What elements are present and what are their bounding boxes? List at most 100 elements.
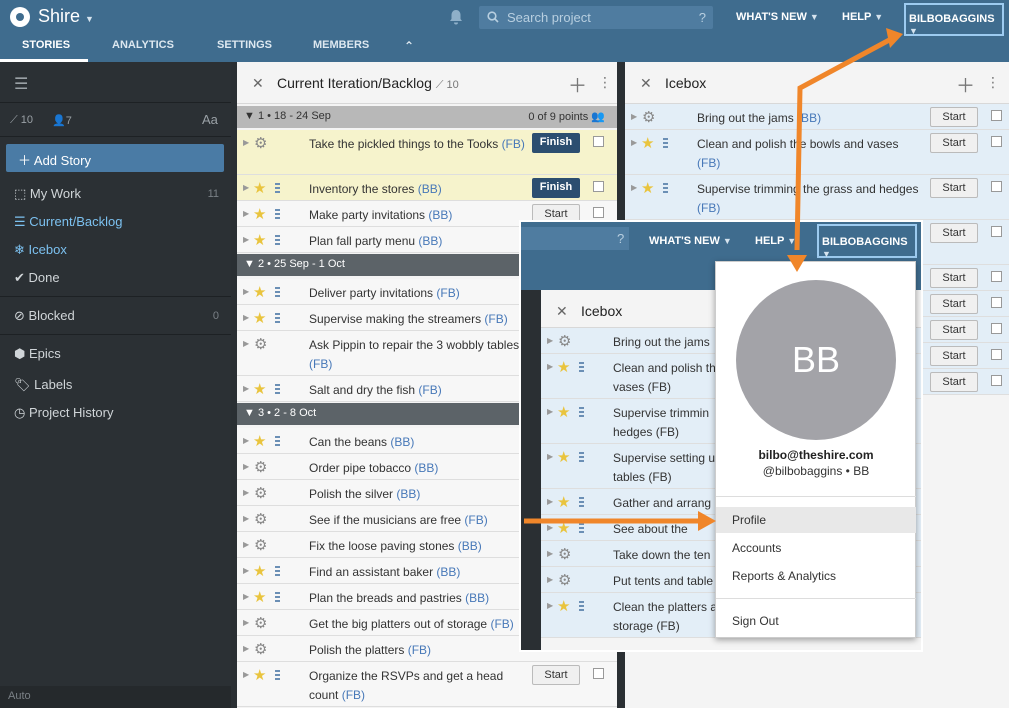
start-button[interactable]: Start — [930, 107, 978, 127]
start-button[interactable]: Start — [930, 133, 978, 153]
expand-icon[interactable]: ▶ — [243, 209, 249, 218]
expand-icon[interactable]: ▶ — [243, 488, 249, 497]
expand-icon[interactable]: ▶ — [631, 183, 637, 192]
expand-icon[interactable]: ▶ — [243, 339, 249, 348]
start-button[interactable]: Start — [930, 268, 978, 288]
story-owner-label[interactable]: (FB) — [490, 617, 513, 631]
story-owner-label[interactable]: (BB) — [428, 208, 452, 222]
sidebar-item-project-history[interactable]: ◷ Project History — [14, 405, 114, 421]
story-owner-label[interactable]: vases (FB) — [613, 378, 723, 397]
close-panel-icon[interactable]: ✕ — [556, 303, 568, 320]
story-owner-label[interactable]: (FB) — [408, 643, 431, 657]
expand-icon[interactable]: ▶ — [547, 523, 553, 532]
expand-icon[interactable]: ▶ — [547, 601, 553, 610]
add-story-plus-icon[interactable]: ＋ — [568, 71, 587, 98]
story-checkbox[interactable] — [991, 271, 1002, 282]
expand-icon[interactable]: ▶ — [243, 540, 249, 549]
story-row[interactable]: ▶ ⚙ Bring out the jams (BB) Start — [625, 104, 1009, 130]
story-owner-label[interactable]: (BB) — [414, 461, 438, 475]
story-checkbox[interactable] — [991, 110, 1002, 121]
finish-button[interactable]: Finish — [532, 178, 580, 198]
start-button[interactable]: Start — [930, 178, 978, 198]
expand-icon[interactable]: ▶ — [243, 592, 249, 601]
tab-members[interactable]: MEMBERS — [313, 39, 369, 51]
sidebar-item-my-work[interactable]: ⬚ My Work — [14, 186, 81, 202]
expand-icon[interactable]: ▶ — [243, 235, 249, 244]
story-checkbox[interactable] — [593, 136, 604, 147]
story-checkbox[interactable] — [593, 668, 604, 679]
story-owner-label[interactable]: (BB) — [390, 435, 414, 449]
expand-icon[interactable]: ▶ — [547, 336, 553, 345]
story-owner-label[interactable]: (BB) — [465, 591, 489, 605]
story-checkbox[interactable] — [991, 136, 1002, 147]
start-button[interactable]: Start — [930, 320, 978, 340]
story-checkbox[interactable] — [991, 226, 1002, 237]
story-checkbox[interactable] — [593, 207, 604, 218]
add-story-button[interactable]: ＋ Add Story — [6, 144, 224, 172]
story-owner-label[interactable]: (BB) — [458, 539, 482, 553]
iteration-header[interactable]: ▼ 1 • 18 - 24 Sep 0 of 9 points 👥 — [237, 106, 617, 128]
story-owner-label[interactable]: (FB) — [697, 201, 720, 215]
story-owner-label[interactable]: (BB) — [396, 487, 420, 501]
story-checkbox[interactable] — [991, 181, 1002, 192]
start-button[interactable]: Start — [930, 346, 978, 366]
story-checkbox[interactable] — [991, 349, 1002, 360]
expand-icon[interactable]: ▶ — [631, 138, 637, 147]
story-owner-label[interactable]: (FB) — [484, 312, 507, 326]
expand-icon[interactable]: ▶ — [243, 313, 249, 322]
story-row[interactable]: ▶ ★ Clean and polish the bowls and vases (… — [625, 130, 1009, 175]
auto-layout-toggle[interactable]: Auto — [8, 690, 31, 702]
expand-icon[interactable]: ▶ — [547, 575, 553, 584]
story-owner-label[interactable]: hedges (FB) — [613, 423, 723, 442]
sidebar-item-icebox[interactable]: ❄ Icebox — [14, 242, 67, 258]
start-button[interactable]: Start — [930, 294, 978, 314]
whats-new-menu[interactable]: WHAT'S NEW ▼ — [649, 235, 732, 247]
expand-icon[interactable]: ▶ — [243, 618, 249, 627]
story-checkbox[interactable] — [593, 181, 604, 192]
story-owner-label[interactable]: (FB) — [464, 513, 487, 527]
expand-icon[interactable]: ▶ — [243, 644, 249, 653]
expand-icon[interactable]: ▶ — [243, 436, 249, 445]
user-menu-button[interactable]: BILBOBAGGINS ▼ — [817, 224, 917, 259]
story-row[interactable]: ▶ ★ Supervise trimming the grass and hedge… — [625, 175, 1009, 220]
panel-menu-icon[interactable]: ⋮ — [598, 74, 612, 91]
start-button[interactable]: Start — [532, 665, 580, 685]
expand-icon[interactable]: ▶ — [547, 452, 553, 461]
expand-icon[interactable]: ▶ — [547, 549, 553, 558]
start-button[interactable]: Start — [930, 372, 978, 392]
font-size-toggle[interactable]: Aa — [202, 112, 218, 127]
story-owner-label[interactable]: storage (FB) — [613, 617, 723, 636]
expand-icon[interactable]: ▶ — [243, 514, 249, 523]
story-checkbox[interactable] — [991, 375, 1002, 386]
close-panel-icon[interactable]: ✕ — [640, 75, 652, 92]
sidebar-item-epics[interactable]: ⬢ Epics — [14, 346, 61, 362]
story-owner-label[interactable]: (FB) — [418, 383, 441, 397]
expand-icon[interactable]: ▶ — [243, 384, 249, 393]
expand-icon[interactable]: ▶ — [243, 566, 249, 575]
menu-item-sign-out[interactable]: Sign Out — [716, 608, 916, 634]
finish-button[interactable]: Finish — [532, 133, 580, 153]
story-owner-label[interactable]: (BB) — [797, 111, 821, 125]
project-logo-icon[interactable] — [10, 7, 30, 27]
user-menu-button[interactable]: BILBOBAGGINS ▼ — [904, 3, 1004, 36]
close-panel-icon[interactable]: ✕ — [252, 75, 264, 92]
story-row[interactable]: ▶ ★ Inventory the stores (BB) Finish — [237, 175, 617, 201]
whats-new-menu[interactable]: WHAT'S NEW ▼ — [736, 11, 819, 23]
project-switcher[interactable]: Shire ▼ — [38, 6, 94, 27]
tab-analytics[interactable]: ANALYTICS — [112, 39, 174, 51]
expand-icon[interactable]: ▶ — [243, 138, 249, 147]
help-menu[interactable]: HELP ▼ — [842, 11, 883, 23]
expand-icon[interactable]: ▶ — [243, 670, 249, 679]
start-button[interactable]: Start — [930, 223, 978, 243]
story-owner-label[interactable]: tables (FB) — [613, 468, 723, 487]
search-input[interactable]: Search project ? — [479, 6, 713, 29]
story-owner-label[interactable]: (BB) — [418, 234, 442, 248]
sidebar-item-labels[interactable]: 🏷 Labels — [14, 377, 72, 393]
menu-item-accounts[interactable]: Accounts — [716, 535, 916, 561]
expand-icon[interactable]: ▶ — [631, 112, 637, 121]
story-owner-label[interactable]: (FB) — [502, 137, 525, 151]
expand-icon[interactable]: ▶ — [547, 362, 553, 371]
story-owner-label[interactable]: (FB) — [342, 688, 365, 702]
story-row[interactable]: ▶ ⚙ Take the pickled things to the Tooks (… — [237, 130, 617, 175]
expand-icon[interactable]: ▶ — [243, 462, 249, 471]
